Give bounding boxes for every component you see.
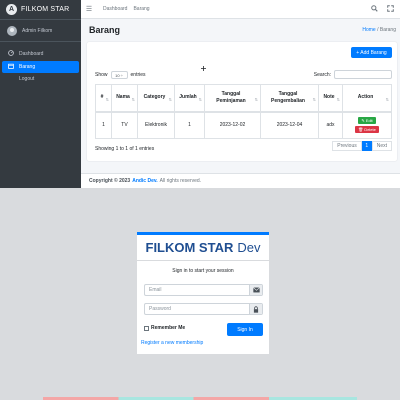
edit-button[interactable]: ✎ Edit: [358, 117, 376, 125]
current-page-button[interactable]: 1: [361, 141, 372, 151]
breadcrumb-home[interactable]: Home: [362, 27, 375, 33]
search-icon[interactable]: [371, 5, 378, 14]
sidebar: A FILKOM STAR Admin Filkom Dashboard Bar…: [0, 0, 81, 188]
barang-card: + Add Barang Show 10 ÷ entries Search: #…: [87, 42, 397, 161]
column-header[interactable]: Action ⇅: [342, 84, 392, 113]
fullscreen-icon[interactable]: [387, 5, 394, 14]
page-title: Barang: [89, 25, 121, 35]
previous-page-button[interactable]: Previous: [332, 141, 362, 151]
table-info: Showing 1 to 1 of 1 entries: [95, 146, 155, 152]
password-placeholder: Password: [149, 306, 171, 312]
column-header[interactable]: Tanggal Pengembalian ⇅: [260, 84, 319, 113]
sidebar-nav: Dashboard Barang Logout: [0, 42, 81, 84]
cell-category: Elektronik: [137, 111, 175, 139]
cell-tanggal-pengembalian: 2023-12-04: [260, 111, 319, 139]
column-header[interactable]: Note ⇅: [318, 84, 343, 113]
copyright-text: Copyright © 2023: [89, 178, 131, 184]
pagination: Previous 1 Next: [332, 141, 392, 151]
entries-select[interactable]: 10 ÷: [110, 71, 128, 79]
brand[interactable]: A FILKOM STAR: [0, 0, 81, 20]
admin-window: A FILKOM STAR Admin Filkom Dashboard Bar…: [0, 0, 400, 188]
cell-note: adx: [318, 111, 343, 139]
content-header: Barang Home / Barang: [81, 19, 400, 41]
cell-tanggal-peminjaman: 2023-12-02: [204, 111, 261, 139]
login-box-message: Sign in to start your session: [172, 268, 234, 274]
cell-jumlah: 1: [174, 111, 205, 139]
remember-me-checkbox[interactable]: Remember Me: [144, 325, 185, 331]
footer-rights: All rights reserved.: [159, 178, 202, 184]
password-field[interactable]: Password: [144, 303, 263, 315]
brand-logo-icon: A: [6, 4, 17, 15]
login-title-bold: FILKOM STAR: [145, 240, 234, 255]
delete-button[interactable]: 🗑 Delete: [355, 126, 379, 134]
cell-no: 1: [95, 111, 112, 139]
next-page-button[interactable]: Next: [371, 141, 392, 151]
box-icon: [7, 63, 15, 71]
column-header[interactable]: Tanggal Peminjaman ⇅: [204, 84, 261, 113]
envelope-icon: [249, 285, 262, 295]
brand-name: FILKOM STAR: [21, 6, 70, 13]
sidebar-item-label: Dashboard: [19, 51, 44, 57]
topnav-link-dashboard[interactable]: Dashboard: [103, 6, 127, 12]
email-field[interactable]: Email: [144, 284, 263, 296]
table-row: 1 TV Elektronik 1 2023-12-02 2023-12-04 …: [95, 111, 392, 139]
login-card: Sign in to start your session Email Pass…: [137, 261, 269, 354]
breadcrumb-separator: /: [377, 27, 379, 33]
top-navbar: ☰ Dashboard Barang: [81, 0, 400, 19]
footer-author-link[interactable]: Andic Dev.: [132, 178, 157, 184]
column-header[interactable]: Jumlah ⇅: [174, 84, 205, 113]
register-link[interactable]: Register a new membership: [141, 340, 203, 346]
dashboard-icon: [7, 50, 15, 58]
search-input[interactable]: [334, 70, 392, 79]
footer: Copyright © 2023 Andic Dev. All rights r…: [81, 173, 400, 188]
sidebar-item-label: Barang: [19, 64, 36, 70]
cell-nama: TV: [111, 111, 138, 139]
mouse-cursor-icon: [201, 66, 206, 71]
remember-me-label: Remember Me: [151, 325, 186, 331]
user-name: Admin Filkom: [22, 27, 53, 34]
login-title-light: Dev: [237, 240, 261, 255]
sign-in-button[interactable]: Sign In: [227, 323, 263, 336]
lock-icon: [249, 304, 262, 314]
search-label: Search:: [313, 71, 331, 78]
entries-label: entries: [130, 72, 146, 78]
entries-length: Show 10 ÷ entries: [95, 71, 146, 79]
breadcrumb-current: Barang: [379, 27, 396, 33]
breadcrumb: Home / Barang: [362, 27, 396, 33]
column-header[interactable]: Category ⇅: [137, 84, 175, 113]
barang-table: # ⇅ Nama ⇅ Category ⇅ Jumlah ⇅ Tanggal Pemin…: [95, 84, 392, 139]
sidebar-item-barang[interactable]: Barang: [2, 61, 79, 73]
checkbox[interactable]: [144, 325, 149, 331]
avatar: [7, 25, 17, 36]
sidebar-item-logout[interactable]: Logout: [2, 74, 79, 84]
table-header-row: # ⇅ Nama ⇅ Category ⇅ Jumlah ⇅ Tanggal Pemin…: [95, 84, 392, 113]
sidebar-item-dashboard[interactable]: Dashboard: [2, 48, 79, 60]
sidebar-item-label: Logout: [19, 76, 35, 82]
show-label: Show: [95, 72, 108, 78]
add-barang-button[interactable]: + Add Barang: [351, 47, 392, 58]
login-logo: FILKOM STAR Dev: [137, 232, 269, 260]
email-placeholder: Email: [149, 287, 162, 293]
cell-action: ✎ Edit 🗑 Delete: [342, 111, 392, 139]
menu-toggle-icon[interactable]: ☰: [81, 5, 97, 13]
column-header[interactable]: Nama ⇅: [111, 84, 138, 113]
topnav-link-barang[interactable]: Barang: [133, 6, 149, 12]
table-search: Search:: [314, 70, 392, 79]
column-header[interactable]: # ⇅: [95, 84, 112, 113]
user-panel[interactable]: Admin Filkom: [0, 20, 81, 42]
